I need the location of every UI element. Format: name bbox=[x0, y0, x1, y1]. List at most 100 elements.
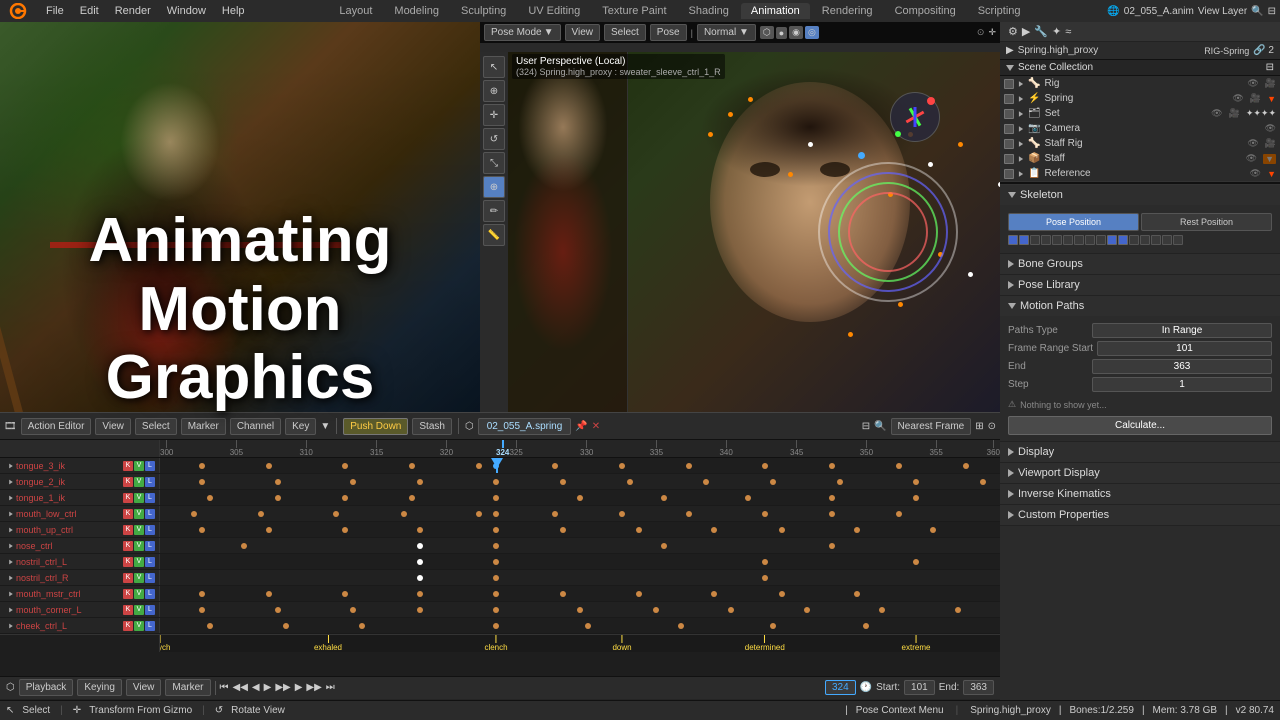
select-tool[interactable]: ↖ bbox=[483, 56, 505, 78]
layer-14[interactable] bbox=[1151, 235, 1161, 245]
ik-header[interactable]: Inverse Kinematics bbox=[1000, 484, 1280, 504]
settings-icon[interactable]: ⚙ bbox=[1008, 25, 1018, 38]
layer-6[interactable] bbox=[1063, 235, 1073, 245]
view-dropdown[interactable]: View bbox=[126, 679, 162, 696]
bone-groups-header[interactable]: Bone Groups bbox=[1000, 254, 1280, 274]
staff-rig-visibility[interactable]: 👁 bbox=[1247, 138, 1258, 149]
menu-window[interactable]: Window bbox=[159, 0, 214, 22]
ae-filter[interactable]: ▼ bbox=[320, 421, 330, 432]
track-expand[interactable] bbox=[9, 479, 13, 484]
spring-camera[interactable]: 🎥 bbox=[1250, 93, 1261, 104]
collection-rig[interactable]: 🦴 Rig 👁 🎥 bbox=[1000, 76, 1280, 91]
pose-position-btn[interactable]: Pose Position bbox=[1008, 213, 1139, 231]
track-content[interactable] bbox=[160, 570, 1000, 585]
menu-help[interactable]: Help bbox=[214, 0, 253, 22]
track-content[interactable] bbox=[160, 474, 1000, 489]
particles-icon[interactable]: ✦ bbox=[1052, 25, 1061, 38]
cursor-tool[interactable]: ⊕ bbox=[483, 80, 505, 102]
rotate-tool[interactable]: ↺ bbox=[483, 128, 505, 150]
track-content[interactable] bbox=[160, 538, 1000, 553]
staff-rig-camera[interactable]: 🎥 bbox=[1265, 138, 1276, 149]
marker-dropdown[interactable]: Marker bbox=[165, 679, 210, 696]
measure-tool[interactable]: 📏 bbox=[483, 224, 505, 246]
step-forward[interactable]: ▶ bbox=[295, 682, 303, 693]
select-menu[interactable]: Select bbox=[604, 24, 646, 41]
calculate-button[interactable]: Calculate... bbox=[1008, 416, 1272, 435]
action-pin[interactable]: 📌 bbox=[575, 421, 587, 432]
rest-position-btn[interactable]: Rest Position bbox=[1141, 213, 1272, 231]
camera-check[interactable] bbox=[1004, 124, 1014, 134]
spring-visibility[interactable]: 👁 bbox=[1232, 93, 1243, 104]
tab-texture-paint[interactable]: Texture Paint bbox=[592, 3, 676, 19]
annotate-tool[interactable]: ✏ bbox=[483, 200, 505, 222]
object-data-icon[interactable]: ▶ bbox=[1022, 25, 1030, 38]
ae-select-menu[interactable]: Select bbox=[135, 418, 177, 435]
set-visibility[interactable]: 👁 bbox=[1211, 108, 1222, 119]
track-expand[interactable] bbox=[9, 559, 13, 564]
track-content[interactable] bbox=[160, 586, 1000, 601]
tab-layout[interactable]: Layout bbox=[329, 3, 382, 19]
move-tool[interactable]: ✛ bbox=[483, 104, 505, 126]
layer-15[interactable] bbox=[1162, 235, 1172, 245]
track-expand[interactable] bbox=[9, 591, 13, 596]
spring-check[interactable] bbox=[1004, 94, 1014, 104]
ae-marker-menu[interactable]: Marker bbox=[181, 418, 226, 435]
pose-library-header[interactable]: Pose Library bbox=[1000, 275, 1280, 295]
layer-3[interactable] bbox=[1030, 235, 1040, 245]
track-content[interactable] bbox=[160, 602, 1000, 617]
action-x[interactable]: ✕ bbox=[592, 421, 600, 432]
layer-13[interactable] bbox=[1140, 235, 1150, 245]
layer-7[interactable] bbox=[1074, 235, 1084, 245]
tab-uv-editing[interactable]: UV Editing bbox=[518, 3, 590, 19]
collection-filter[interactable]: ⊟ bbox=[1266, 62, 1274, 73]
start-frame[interactable]: 101 bbox=[904, 680, 935, 695]
track-content[interactable] bbox=[160, 490, 1000, 505]
push-down-btn[interactable]: Push Down bbox=[343, 418, 408, 435]
track-expand[interactable] bbox=[9, 575, 13, 580]
play-reverse[interactable]: ▶ bbox=[264, 682, 272, 693]
menu-render[interactable]: Render bbox=[107, 0, 159, 22]
ae-snap-icon[interactable]: ⊞ bbox=[975, 421, 983, 432]
scale-tool[interactable]: ⤡ bbox=[483, 152, 505, 174]
keying-dropdown[interactable]: Keying bbox=[77, 679, 122, 696]
viewport-3d[interactable]: Pose Mode ▼ View Select Pose | Normal ▼ … bbox=[480, 22, 1000, 432]
track-content[interactable] bbox=[160, 618, 1000, 633]
track-content[interactable] bbox=[160, 458, 1000, 473]
frame-step-value[interactable]: 1 bbox=[1092, 377, 1272, 392]
track-expand[interactable] bbox=[9, 607, 13, 612]
motion-paths-header[interactable]: Motion Paths bbox=[1000, 296, 1280, 316]
layer-8[interactable] bbox=[1085, 235, 1095, 245]
render-icon[interactable]: ◎ bbox=[805, 26, 819, 39]
step-back[interactable]: ◀ bbox=[252, 682, 260, 693]
layer-10[interactable] bbox=[1107, 235, 1117, 245]
track-expand[interactable] bbox=[9, 543, 13, 548]
solid-icon[interactable]: ● bbox=[776, 27, 787, 39]
tab-animation[interactable]: Animation bbox=[741, 3, 810, 19]
play-forward[interactable]: ▶▶ bbox=[275, 682, 290, 693]
search-icon[interactable]: 🔍 bbox=[1251, 6, 1263, 17]
staff-visibility[interactable]: 👁 bbox=[1246, 153, 1257, 164]
prev-keyframe[interactable]: ◀◀ bbox=[233, 682, 248, 693]
reference-check[interactable] bbox=[1004, 169, 1014, 179]
skeleton-header[interactable]: Skeleton bbox=[1000, 185, 1280, 205]
layer-2[interactable] bbox=[1019, 235, 1029, 245]
rig-visibility[interactable]: 👁 bbox=[1247, 78, 1258, 89]
track-expand[interactable] bbox=[9, 527, 13, 532]
pose-menu[interactable]: Pose bbox=[650, 24, 687, 41]
set-camera[interactable]: 🎥 bbox=[1229, 108, 1240, 119]
filter-icon[interactable]: ⊟ bbox=[1268, 6, 1276, 17]
collection-camera[interactable]: 📷 Camera 👁 bbox=[1000, 121, 1280, 136]
rig-check[interactable] bbox=[1004, 79, 1014, 89]
collection-staff[interactable]: 📦 Staff 👁 ▼ bbox=[1000, 151, 1280, 166]
reference-visibility[interactable]: 👁 bbox=[1250, 168, 1261, 179]
next-keyframe[interactable]: ▶▶ bbox=[306, 682, 321, 693]
track-expand[interactable] bbox=[9, 463, 13, 468]
scene-viewport[interactable]: Trackball bbox=[508, 52, 1000, 432]
skip-first[interactable]: ⏮ bbox=[220, 682, 229, 693]
layer-4[interactable] bbox=[1041, 235, 1051, 245]
layer-12[interactable] bbox=[1129, 235, 1139, 245]
view-menu[interactable]: View bbox=[565, 24, 601, 41]
tab-scripting[interactable]: Scripting bbox=[968, 3, 1031, 19]
paths-type-value[interactable]: In Range bbox=[1092, 323, 1272, 338]
ae-view-menu[interactable]: View bbox=[95, 418, 131, 435]
